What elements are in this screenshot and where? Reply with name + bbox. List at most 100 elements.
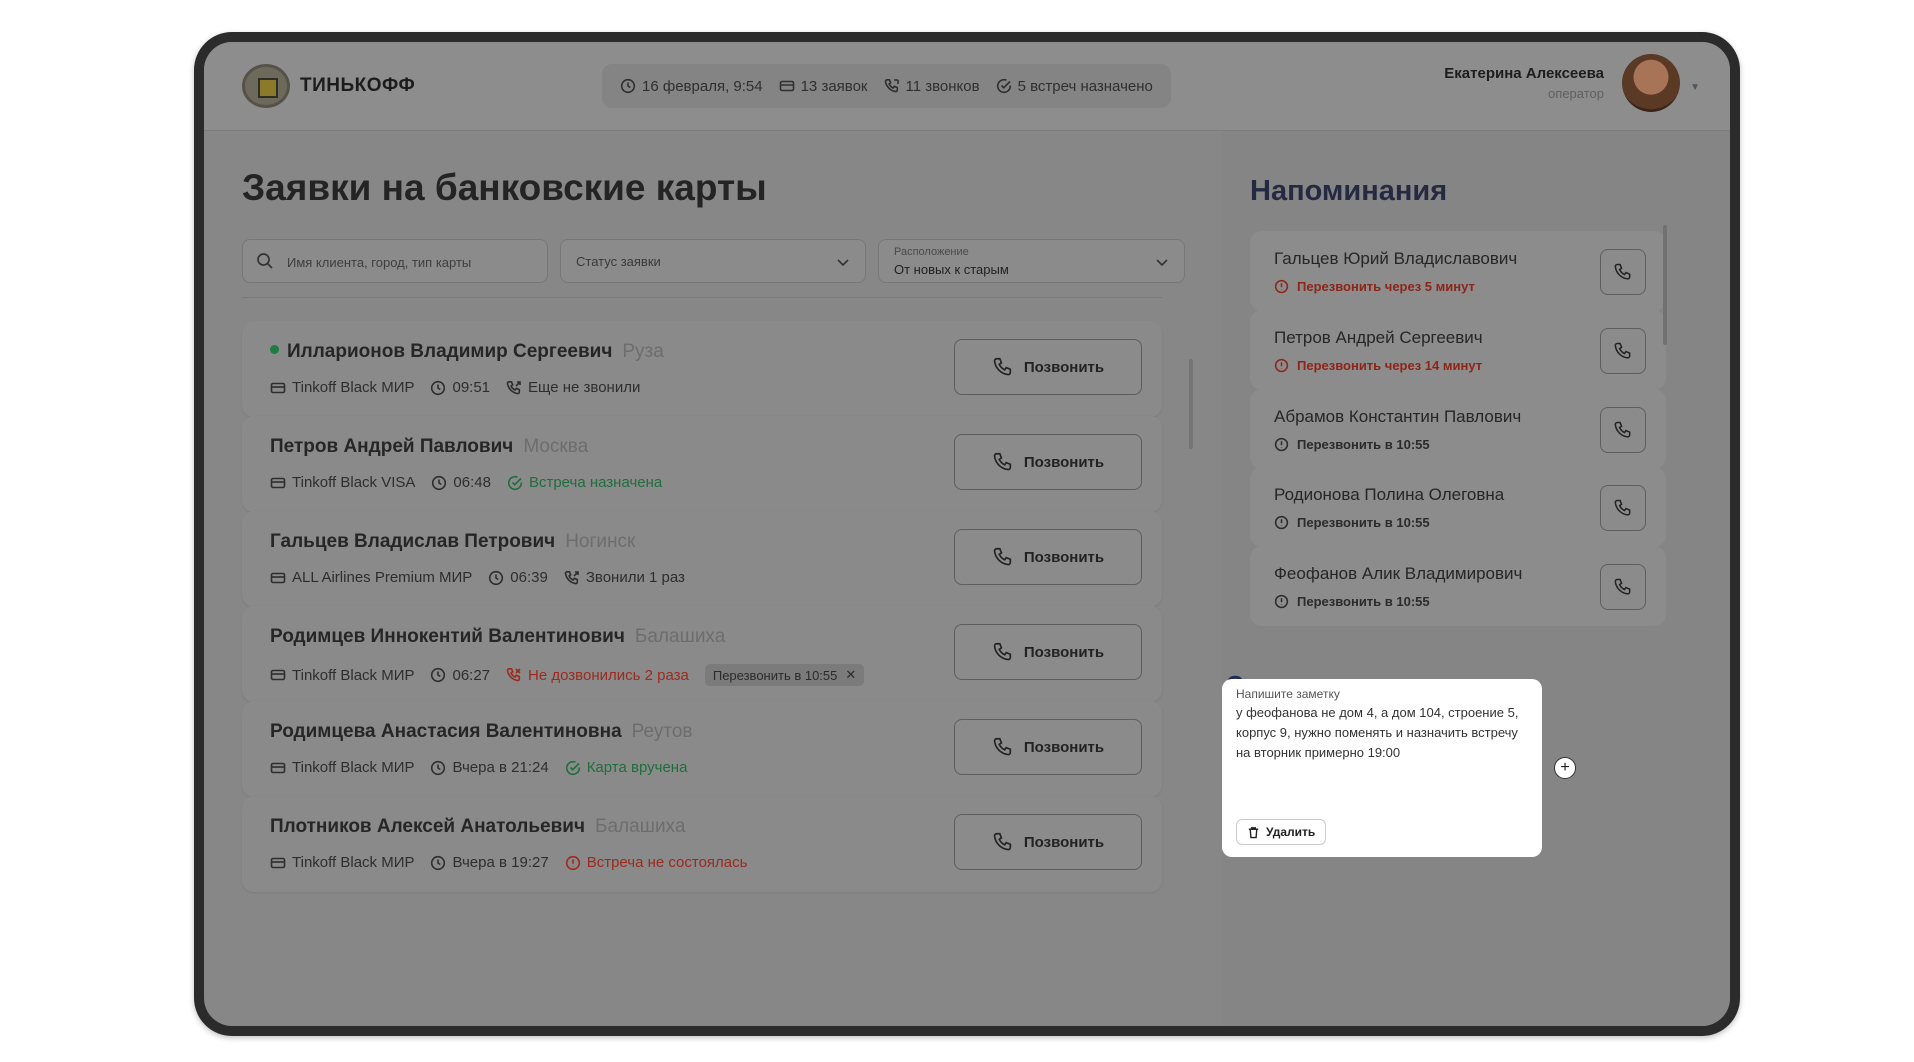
- call-button[interactable]: Позвонить: [954, 624, 1142, 680]
- applications-panel: Заявки на банковские карты Статус заявки…: [204, 131, 1218, 1026]
- card-type-text: Tinkoff Black МИР: [292, 854, 415, 871]
- application-status: Еще не звонили: [506, 379, 640, 396]
- application-time-text: Вчера в 21:24: [452, 759, 549, 776]
- reminder-call-button[interactable]: [1600, 249, 1646, 295]
- stat-calls: 11 звонков: [884, 78, 980, 95]
- reminder-call-button[interactable]: [1600, 328, 1646, 374]
- client-name: Илларионов Владимир Сергеевич Руза: [270, 341, 664, 363]
- reminder-card[interactable]: Феофанов Алик Владимирович Перезвонить в …: [1250, 546, 1666, 626]
- reminder-call-button[interactable]: [1600, 564, 1646, 610]
- note-textarea[interactable]: у феофанова не дом 4, а дом 104, строени…: [1236, 703, 1526, 763]
- sort-select[interactable]: Расположение От новых к старым: [878, 239, 1185, 283]
- application-card[interactable]: Илларионов Владимир Сергеевич Руза Tinkoff…: [242, 321, 1162, 417]
- application-card[interactable]: Плотников Алексей Анатольевич Балашиха Tin…: [242, 796, 1162, 892]
- search-input[interactable]: [285, 240, 539, 284]
- status-select-label: Статус заявки: [576, 254, 661, 269]
- application-card[interactable]: Родимцева Анастасия Валентиновна Реутов Ti…: [242, 701, 1162, 797]
- reminders-panel: Напоминания Гальцев Юрий Владиславович Пе…: [1222, 131, 1730, 1026]
- alert-circle-icon: [1274, 515, 1289, 530]
- check-circle-icon: [507, 475, 523, 491]
- callback-tag: Перезвонить в 10:55 ✕: [704, 664, 865, 686]
- search-field[interactable]: [242, 239, 548, 284]
- delete-note-button[interactable]: Удалить: [1236, 819, 1327, 845]
- card-icon: [779, 80, 794, 92]
- alert-circle-icon: [1274, 437, 1289, 452]
- application-card[interactable]: Гальцев Владислав Петрович Ногинск ALL Air…: [242, 511, 1162, 607]
- status-select[interactable]: Статус заявки: [560, 239, 866, 283]
- reminder-card[interactable]: Родионова Полина Олеговна Перезвонить в 1…: [1250, 467, 1666, 547]
- stat-date: 16 февраля, 9:54: [620, 78, 763, 95]
- phone-icon: [1613, 341, 1633, 361]
- page-title: Заявки на банковские карты: [242, 167, 767, 208]
- client-name: Родимцев Иннокентий Валентинович Балашиха: [270, 626, 725, 648]
- call-button[interactable]: Позвонить: [954, 434, 1142, 490]
- chevron-down-icon: [837, 259, 849, 267]
- alert-circle-icon: [1274, 358, 1289, 373]
- call-button-label: Позвонить: [1023, 833, 1105, 851]
- application-status: Не дозвонились 2 раза: [506, 667, 689, 684]
- client-name: Родимцева Анастасия Валентиновна Реутов: [270, 721, 692, 743]
- stat-applications: 13 заявок: [779, 78, 868, 95]
- reminder-call-button[interactable]: [1600, 407, 1646, 453]
- phone-icon: [1613, 498, 1633, 518]
- note-card[interactable]: Напишите заметку у феофанова не дом 4, а…: [1222, 679, 1542, 857]
- application-status: Встреча назначена: [507, 474, 662, 491]
- brand-name: ТИНЬКОФФ: [300, 75, 416, 96]
- call-button-label: Позвонить: [1023, 548, 1105, 566]
- application-card[interactable]: Петров Андрей Павлович Москва Tinkoff Blac…: [242, 416, 1162, 512]
- application-meta: ALL Airlines Premium МИР 06:39 Звонили 1 р…: [270, 569, 685, 586]
- card-type-text: Tinkoff Black МИР: [292, 666, 415, 684]
- check-circle-icon: [996, 78, 1011, 94]
- card-icon: [270, 570, 286, 586]
- call-button[interactable]: Позвонить: [954, 529, 1142, 585]
- phone-icon: [1613, 577, 1633, 597]
- chevron-down-icon[interactable]: ▼: [1690, 82, 1700, 93]
- user-menu[interactable]: Екатерина Алексеева оператор ▼: [1444, 54, 1700, 112]
- alert-circle-icon: [1274, 279, 1289, 294]
- delete-note-label: Удалить: [1266, 825, 1316, 839]
- call-button[interactable]: Позвонить: [954, 339, 1142, 395]
- application-time: Вчера в 21:24: [430, 759, 549, 776]
- card-type: Tinkoff Black МИР: [270, 379, 414, 396]
- card-type-text: Tinkoff Black VISA: [292, 474, 416, 491]
- client-name-text: Петров Андрей Павлович: [270, 436, 514, 457]
- reminder-card[interactable]: Абрамов Константин Павлович Перезвонить в…: [1250, 389, 1666, 469]
- reminder-note: Перезвонить в 10:55: [1274, 515, 1430, 530]
- list-scrollbar[interactable]: [1189, 359, 1193, 449]
- add-note-button[interactable]: +: [1554, 757, 1576, 779]
- phone-missed-icon: [506, 667, 522, 683]
- client-name: Гальцев Владислав Петрович Ногинск: [270, 531, 635, 553]
- avatar[interactable]: [1622, 54, 1680, 112]
- phone-outgoing-icon: [506, 380, 522, 396]
- reminder-card[interactable]: Гальцев Юрий Владиславович Перезвонить че…: [1250, 231, 1666, 311]
- application-status-text: Карта вручена: [586, 759, 688, 776]
- call-button[interactable]: Позвонить: [954, 719, 1142, 775]
- card-type: ALL Airlines Premium МИР: [270, 569, 472, 586]
- application-meta: Tinkoff Black МИР Вчера в 21:24 Карта вруч…: [270, 759, 687, 776]
- reminder-name: Феофанов Алик Владимирович: [1274, 564, 1523, 583]
- brand-logo[interactable]: ТИНЬКОФФ: [242, 64, 415, 108]
- call-button-label: Позвонить: [1023, 643, 1105, 661]
- reminder-call-button[interactable]: [1600, 485, 1646, 531]
- close-icon[interactable]: ✕: [845, 667, 856, 683]
- call-button[interactable]: Позвонить: [954, 814, 1142, 870]
- top-header: ТИНЬКОФФ 16 февраля, 9:54 13 заявок 11 з…: [204, 42, 1730, 131]
- trash-icon: [1248, 826, 1259, 838]
- reminder-card[interactable]: Петров Андрей Сергеевич Перезвонить через…: [1250, 310, 1666, 390]
- reminder-note-text: Перезвонить через 5 минут: [1297, 279, 1475, 294]
- user-info: Екатерина Алексеева оператор: [1444, 65, 1604, 101]
- application-card[interactable]: Родимцев Иннокентий Валентинович Балашиха…: [242, 606, 1162, 702]
- client-city: Ногинск: [565, 531, 636, 552]
- phone-icon: [884, 78, 899, 93]
- clock-icon: [620, 78, 636, 94]
- stat-date-text: 16 февраля, 9:54: [642, 77, 763, 95]
- application-status-text: Звонили 1 раз: [585, 569, 685, 586]
- note-label: Напишите заметку: [1236, 687, 1340, 701]
- device-frame: ТИНЬКОФФ 16 февраля, 9:54 13 заявок 11 з…: [194, 32, 1740, 1036]
- card-icon: [270, 855, 286, 871]
- client-name-text: Плотников Алексей Анатольевич: [270, 816, 586, 837]
- application-meta: Tinkoff Black МИР 06:27 Не дозвонились 2 р…: [270, 664, 865, 686]
- client-city: Москва: [523, 436, 589, 457]
- client-name-text: Родимцев Иннокентий Валентинович: [270, 626, 625, 647]
- reminders-scrollbar[interactable]: [1663, 225, 1667, 345]
